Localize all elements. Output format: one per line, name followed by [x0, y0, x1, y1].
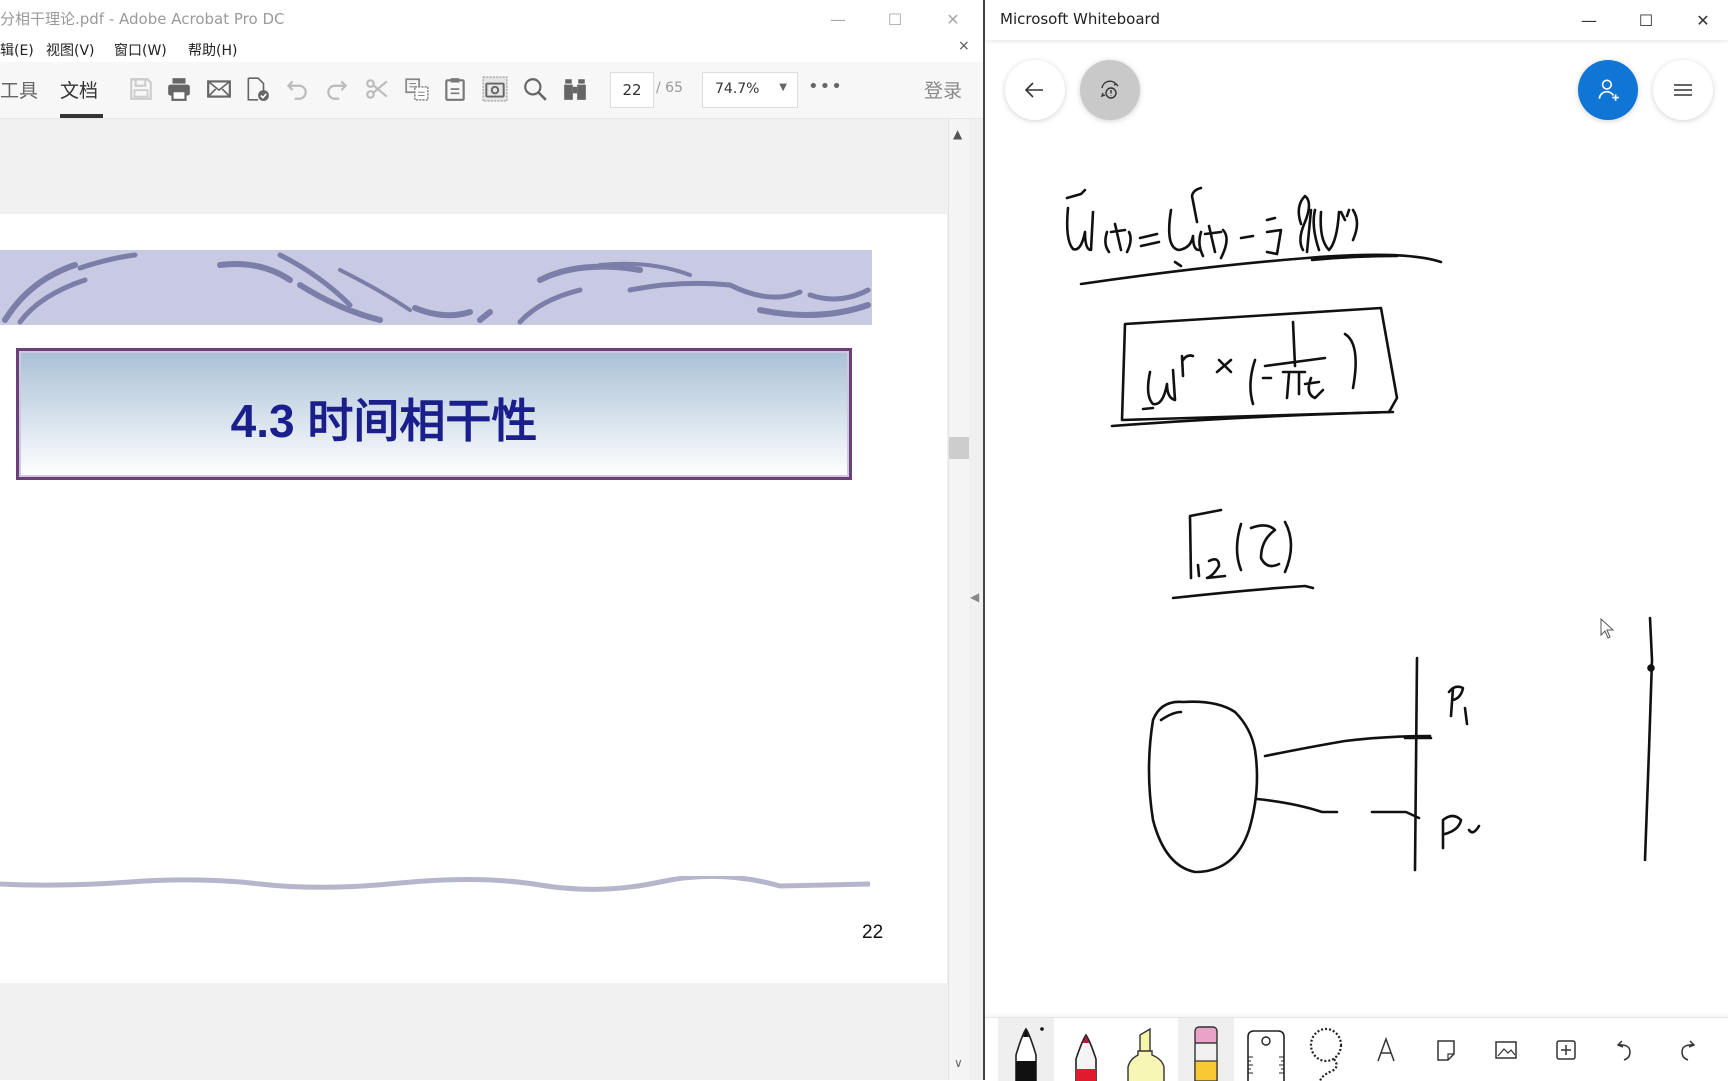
ink-equation-boxed-convolution — [1110, 306, 1399, 428]
tool-add[interactable] — [1538, 1018, 1594, 1081]
paste-icon[interactable] — [440, 74, 470, 104]
tool-text[interactable] — [1358, 1018, 1414, 1081]
acrobat-maximize-button[interactable]: ☐ — [872, 4, 918, 34]
lasso-icon — [1309, 1027, 1343, 1081]
search-icon[interactable] — [520, 74, 550, 104]
highlighter-icon — [1127, 1027, 1165, 1081]
ink-dot — [1647, 664, 1655, 672]
sticky-note-icon — [1437, 1039, 1455, 1061]
redo-icon[interactable] — [322, 74, 352, 104]
email-icon[interactable] — [204, 74, 234, 104]
tool-undo[interactable] — [1598, 1018, 1654, 1081]
tool-pen-black[interactable] — [998, 1018, 1054, 1081]
slide-title: 4.3 时间相干性 — [230, 395, 538, 447]
snapshot-icon[interactable] — [480, 74, 510, 104]
text-icon — [1377, 1036, 1395, 1061]
whiteboard-maximize-button[interactable]: ☐ — [1623, 4, 1669, 36]
whiteboard-toolbar — [985, 1017, 1728, 1081]
close-document-button[interactable]: × — [958, 38, 970, 54]
zoom-value: 74.7% — [715, 81, 760, 97]
mouse-cursor-icon — [1600, 618, 1615, 639]
menu-help[interactable]: 帮助(H) — [188, 40, 237, 60]
acrobat-titlebar: 分相干理论.pdf - Adobe Acrobat Pro DC — ☐ ✕ — [0, 0, 984, 38]
cut-icon[interactable] — [362, 74, 392, 104]
image-icon — [1495, 1040, 1517, 1059]
tool-image[interactable] — [1478, 1018, 1534, 1081]
compare-icon[interactable] — [560, 74, 590, 104]
tab-document[interactable]: 文档 — [60, 76, 98, 103]
tab-tools[interactable]: 工具 — [0, 76, 38, 103]
vertical-scrollbar[interactable]: ▲ ∨ — [948, 119, 969, 1080]
undo-icon — [1616, 1039, 1631, 1061]
more-tools-button[interactable]: ••• — [808, 76, 843, 97]
menu-view[interactable]: 视图(V) — [46, 40, 95, 60]
whiteboard-close-button[interactable]: ✕ — [1680, 4, 1726, 36]
tool-ruler[interactable] — [1238, 1018, 1294, 1081]
ink-equation-analytic-signal — [1065, 186, 1443, 286]
login-button[interactable]: 登录 — [924, 76, 962, 103]
scrollbar-thumb[interactable] — [949, 437, 969, 459]
acrobat-menubar: 辑(E) 视图(V) 窗口(W) 帮助(H) × — [0, 38, 984, 62]
whiteboard-canvas[interactable] — [985, 45, 1728, 1015]
chevron-down-icon: ▼ — [779, 82, 787, 93]
zoom-select[interactable]: 74.7% ▼ — [702, 72, 798, 108]
slide-footer-decoration — [0, 873, 872, 892]
ink-source-diagram — [1147, 616, 1654, 874]
copy-icon[interactable] — [402, 74, 432, 104]
save-icon[interactable] — [126, 74, 156, 104]
menu-window[interactable]: 窗口(W) — [114, 40, 167, 60]
active-tab-indicator — [60, 114, 103, 118]
collapse-pane-icon[interactable]: ◀ — [970, 590, 979, 604]
page-total: / 65 — [656, 80, 683, 96]
acrobat-window-title: 分相干理论.pdf - Adobe Acrobat Pro DC — [0, 10, 285, 28]
whiteboard-titlebar: Microsoft Whiteboard — ☐ ✕ — [985, 0, 1728, 40]
slide-page-number: 22 — [862, 922, 884, 943]
red-pen-icon — [1075, 1033, 1097, 1081]
scroll-down-icon[interactable]: ∨ — [954, 1056, 963, 1070]
add-icon — [1556, 1039, 1576, 1060]
eraser-icon — [1194, 1026, 1218, 1081]
tool-pen-red[interactable] — [1058, 1018, 1114, 1081]
ruler-icon — [1247, 1030, 1285, 1081]
slide-title-box: 4.3 时间相干性 — [16, 348, 852, 480]
redo-icon — [1681, 1039, 1696, 1061]
pdf-page: 4.3 时间相干性 22 — [0, 214, 947, 983]
tool-lasso[interactable] — [1298, 1018, 1354, 1081]
tool-sticky-note[interactable] — [1418, 1018, 1474, 1081]
whiteboard-window: Microsoft Whiteboard — ☐ ✕ — [985, 0, 1728, 1081]
acrobat-toolbar: 工具 文档 22 / 65 74.7% ▼ ••• 登录 — [0, 62, 984, 119]
sign-icon[interactable] — [242, 74, 272, 104]
whiteboard-minimize-button[interactable]: — — [1566, 4, 1612, 36]
acrobat-window: 分相干理论.pdf - Adobe Acrobat Pro DC — ☐ ✕ 辑… — [0, 0, 984, 1080]
tool-redo[interactable] — [1658, 1018, 1714, 1081]
print-icon[interactable] — [164, 74, 194, 104]
acrobat-minimize-button[interactable]: — — [815, 4, 861, 34]
tool-eraser[interactable] — [1178, 1018, 1234, 1081]
undo-icon[interactable] — [282, 74, 312, 104]
whiteboard-window-title: Microsoft Whiteboard — [1000, 10, 1160, 28]
menu-edit[interactable]: 辑(E) — [0, 40, 34, 60]
acrobat-close-button[interactable]: ✕ — [930, 4, 976, 34]
scroll-up-icon[interactable]: ▲ — [953, 127, 962, 141]
tool-highlighter[interactable] — [1118, 1018, 1174, 1081]
slide-banner-decoration — [0, 250, 872, 325]
black-pen-icon — [1015, 1027, 1044, 1081]
page-number-input[interactable]: 22 — [610, 72, 654, 108]
ink-gamma-12-tau — [1171, 508, 1315, 600]
